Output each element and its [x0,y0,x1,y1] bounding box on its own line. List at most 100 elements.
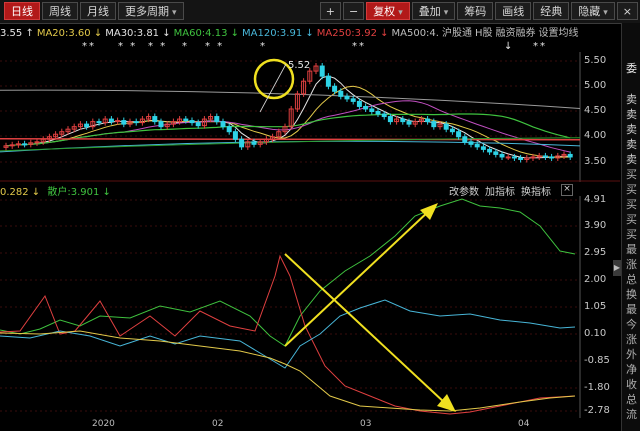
ma-legend-item: MA120:3.91 ↓ [242,28,314,39]
ma-legend-item: MA20:3.60 ↓ [36,28,103,39]
candle-down [518,157,524,160]
right-button-6[interactable]: 经典 [533,2,570,20]
quote-panel-label: 委 [626,62,637,75]
signal-marker: ** [82,41,96,52]
arrow-down-head [437,394,456,412]
collapse-panel-button[interactable]: ▶ [613,260,621,276]
right-button-label: 筹码 [464,5,487,18]
date-axis-label: 04 [518,419,530,429]
candle-down [214,116,220,123]
left-button-0[interactable]: 日线 [4,2,40,20]
quote-panel-label: 涨 [626,333,637,346]
left-button-1[interactable]: 周线 [42,2,78,20]
left-button-label: 日线 [11,5,33,18]
candle-down [189,120,195,124]
candle-down [158,121,164,128]
candle-down [356,100,362,107]
candle-down [425,118,431,123]
candle-down [462,136,468,143]
candle-down [431,121,437,128]
ma-legend-item[interactable]: 融资融券 [496,28,536,39]
candle-down [406,121,412,125]
candle-down [468,141,474,145]
right-button-2[interactable]: 复权 ▾ [366,2,410,20]
quote-panel-label: 买 [626,228,637,241]
ma-legend-item[interactable]: 设置均线 ▾ [539,28,581,39]
right-button-0[interactable]: + [319,2,341,20]
indicator-grid [0,196,581,418]
candle-down [549,156,555,159]
ma500-line [0,89,581,109]
quote-panel-label: 外 [626,348,637,361]
date-axis-label: 2020 [92,419,115,429]
price-axis-label: 4.50 [584,105,607,116]
quote-panel-label: 买 [626,168,637,181]
right-button-7[interactable]: 隐藏 ▾ [571,2,615,20]
ma-legend-item[interactable]: H股 [475,28,493,39]
candle-down [381,113,387,118]
indicator-axis-label: 2.00 [584,274,607,285]
candle-down [542,155,548,158]
ma-legend-item: MA250:3.92 ↓ [316,28,389,39]
signal-marker: * * [205,41,225,52]
ma120-line [0,140,581,153]
right-button-label: + [325,5,335,18]
chevron-down-icon: ▾ [603,8,608,18]
quote-panel-label: 总 [626,393,637,406]
candle-up [505,156,511,159]
date-axis: 2020 02 03 04 [0,419,580,431]
candle-down [480,146,486,150]
indicator-axis-label: 4.91 [584,194,607,205]
ma-legend-item[interactable]: 沪股通 [442,28,472,39]
right-button-4[interactable]: 筹码 [457,2,494,20]
candle-down [84,123,90,128]
quote-panel-label: 卖 [626,138,637,151]
price-axis-label: 4.00 [584,130,607,141]
candle-down [22,143,28,146]
right-button-label: − [348,5,359,18]
indicator-axis-label: 2.95 [584,247,607,258]
quote-panel-label: 买 [626,213,637,226]
right-button-5[interactable]: 画线 [495,2,532,20]
signal-marker: * * [148,41,168,52]
candle-down [375,111,381,115]
candle-down [456,131,462,138]
right-button-8[interactable]: × [616,2,638,20]
date-axis-label: 02 [212,419,224,429]
tool-buttons: + − 复权 ▾ 叠加 ▾ 筹码 画线 经典 隐藏 ▾ × [319,2,638,20]
left-button-2[interactable]: 月线 [80,2,116,20]
right-button-label: 画线 [502,5,525,18]
candle-down [493,151,499,155]
signal-marker: * [182,41,189,52]
price-chart[interactable]: 5.52 [0,52,620,182]
indicator-chart[interactable] [0,196,620,418]
quote-panel-label: 买 [626,198,637,211]
chevron-down-icon: ▾ [398,8,403,18]
indicator-axis-label: -2.78 [584,405,610,416]
quote-panel-label: 卖 [626,153,637,166]
signal-marker: ↓ [504,41,515,52]
close-icon[interactable]: × [561,184,573,196]
price-axis-label: 5.50 [584,55,607,66]
candle-down [387,116,393,123]
quote-panel-label: 流 [626,408,637,421]
candle-down [369,108,375,112]
candle-down [319,65,325,77]
quote-panel-label: 今 [626,318,637,331]
arrow-up-line [284,209,431,347]
indicator-axis-label: 3.90 [584,220,607,231]
candle-down [226,126,232,133]
candle-down [338,90,344,97]
moving-average-legend: 3.55 ↑ MA20:3.60 ↓ MA30:3.81 ↓ MA60:4.13 ↓ M… [0,24,580,40]
indicator-axis-label: 1.05 [584,301,607,312]
left-button-3[interactable]: 更多周期 ▾ [118,2,184,20]
left-button-label: 月线 [87,5,109,18]
right-button-1[interactable]: − [342,2,365,20]
ma-legend-item: 3.55 ↑ [0,28,34,39]
candle-down [511,156,517,159]
quote-panel-label: 买 [626,183,637,196]
right-button-3[interactable]: 叠加 ▾ [411,2,456,20]
candle-down [232,131,238,140]
price-axis-label: 3.50 [584,156,607,167]
candle-down [183,118,189,122]
